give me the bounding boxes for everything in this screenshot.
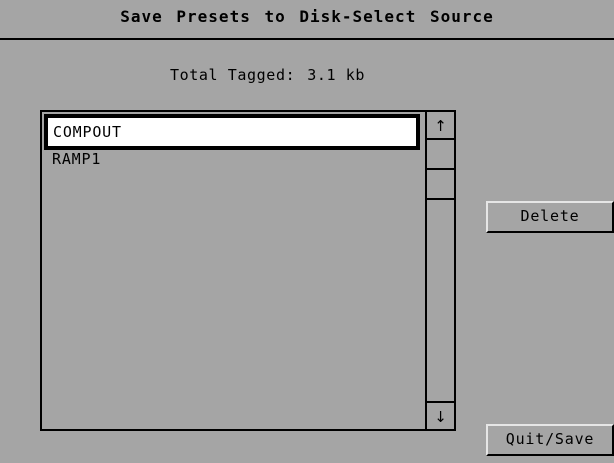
- total-tagged-label: Total Tagged:: [170, 66, 296, 84]
- delete-button[interactable]: Delete: [486, 201, 614, 233]
- title-bar: Save Presets to Disk-Select Source: [0, 0, 614, 40]
- preset-list[interactable]: COMPOUT RAMP1: [42, 112, 425, 429]
- scroll-thumb[interactable]: [427, 168, 454, 200]
- list-item[interactable]: RAMP1: [44, 150, 420, 172]
- quit-save-button[interactable]: Quit/Save: [486, 424, 614, 456]
- window-title: Save Presets to Disk-Select Source: [120, 7, 494, 26]
- total-tagged-value: 3.1 kb: [307, 66, 365, 84]
- list-scrollbar[interactable]: ↑ ↓: [425, 112, 454, 429]
- total-tagged: Total Tagged: 3.1 kb: [170, 66, 365, 84]
- list-item-selected[interactable]: COMPOUT: [44, 114, 420, 150]
- preset-listbox[interactable]: COMPOUT RAMP1 ↑ ↓: [40, 110, 456, 431]
- scroll-up-arrow-icon[interactable]: ↑: [427, 112, 454, 140]
- scroll-down-arrow-icon[interactable]: ↓: [427, 401, 454, 429]
